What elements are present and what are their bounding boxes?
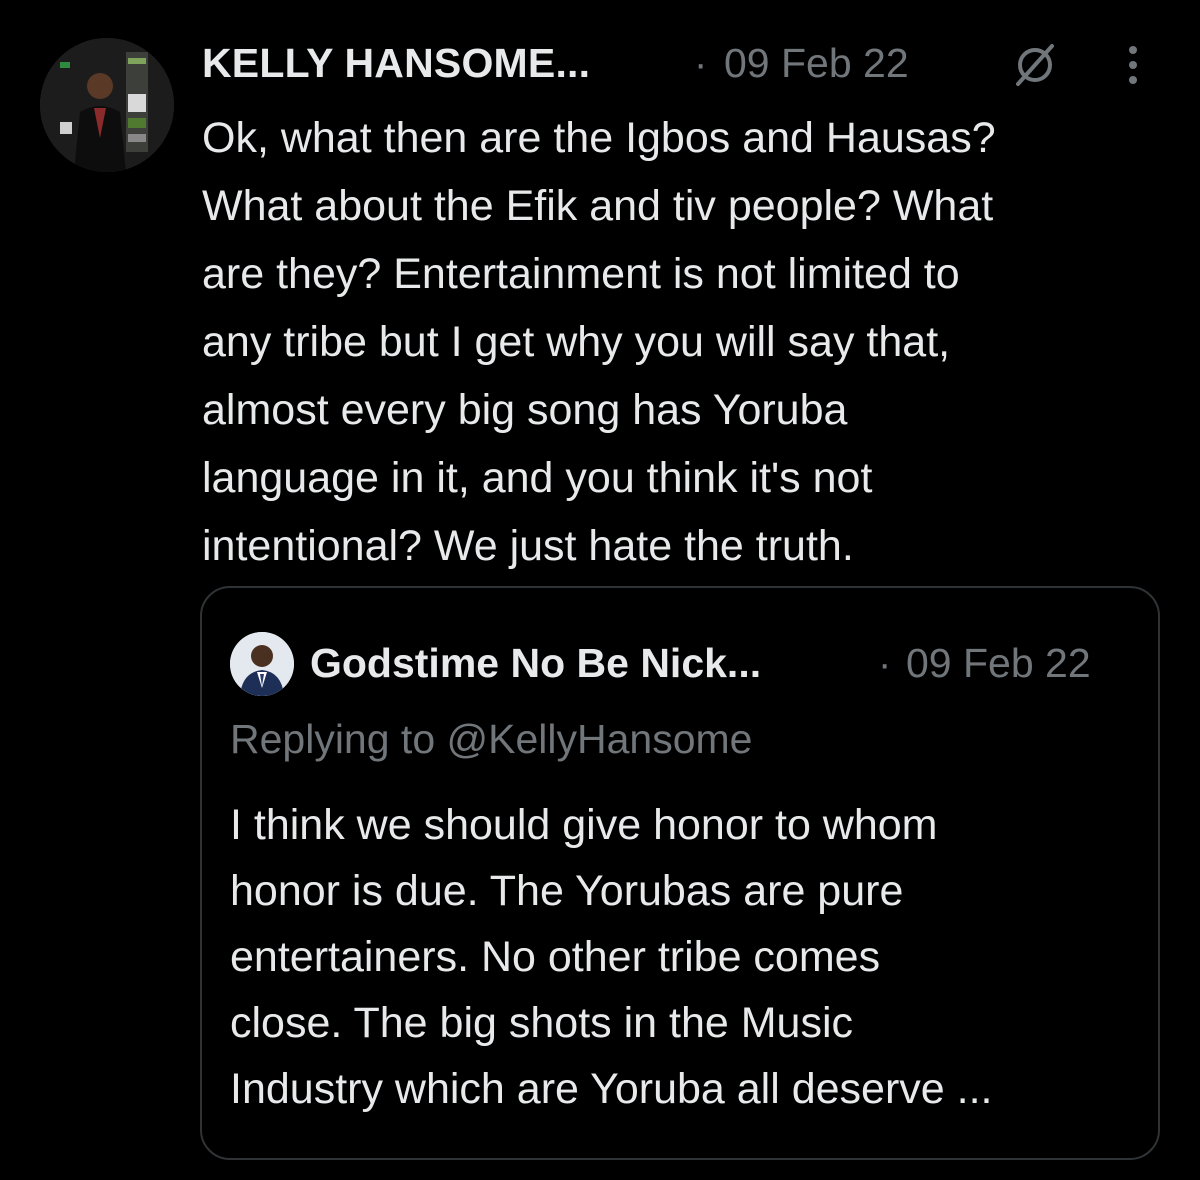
quoted-tweet-text: I think we should give honor to whom hon… [230,801,993,1113]
author-avatar[interactable] [40,38,174,172]
tweet-date[interactable]: 09 Feb 22 [724,40,909,87]
grok-icon[interactable] [1012,42,1058,88]
quoted-separator-dot: · [878,642,892,686]
tweet-text: Ok, what then are the Igbos and Hausas? … [202,114,996,570]
quoted-tweet-card[interactable]: Godstime No Be Nick... · 09 Feb 22 Reply… [200,586,1160,1160]
tweet-header: KELLY HANSOME... · 09 Feb 22 [202,36,1162,98]
replying-to-label: Replying to @KellyHansome [230,716,753,762]
more-vertical-icon[interactable] [1120,42,1146,88]
quoted-author-avatar[interactable] [230,632,294,696]
author-name[interactable]: KELLY HANSOME... [202,40,590,87]
quoted-author-name[interactable]: Godstime No Be Nick... [310,640,761,687]
separator-dot: · [694,42,708,86]
quoted-tweet-date[interactable]: 09 Feb 22 [906,640,1091,687]
tweet[interactable]: KELLY HANSOME... · 09 Feb 22 Ok, what th… [0,0,1200,1180]
